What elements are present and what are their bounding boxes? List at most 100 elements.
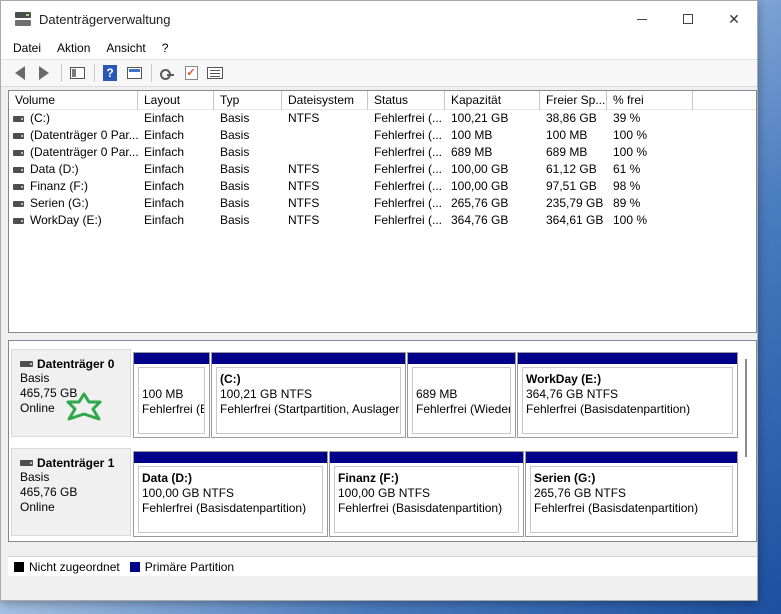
legend: Nicht zugeordnet Primäre Partition <box>8 556 757 576</box>
rescan-icon <box>160 67 174 80</box>
help-button[interactable]: ? <box>99 62 121 84</box>
partition-info: WorkDay (E:) 364,76 GB NTFS Fehlerfrei (… <box>522 367 733 434</box>
column-header-dateisystem[interactable]: Dateisystem <box>282 91 368 110</box>
disk-title: Datenträger 1 <box>20 455 130 470</box>
volume-icon <box>13 183 24 190</box>
disk-size: 465,76 GB <box>20 485 78 499</box>
title-bar[interactable]: Datenträgerverwaltung ✕ <box>1 1 757 37</box>
menu-aktion[interactable]: Aktion <box>49 37 98 59</box>
close-button[interactable]: ✕ <box>711 1 757 37</box>
volume-name: (C:) <box>30 111 50 125</box>
volume-row[interactable]: Data (D:) Einfach Basis NTFS Fehlerfrei (...… <box>9 161 756 178</box>
volume-row[interactable]: (C:) Einfach Basis NTFS Fehlerfrei (... 100,2… <box>9 110 756 127</box>
legend-primary-partition: Primäre Partition <box>144 559 235 574</box>
console-tree-button[interactable] <box>66 62 88 84</box>
volume-cell: Basis <box>220 111 250 125</box>
volume-row[interactable]: WorkDay (E:) Einfach Basis NTFS Fehlerfrei (… <box>9 212 756 229</box>
volume-cell-name: (Datenträger 0 Par... <box>9 144 138 161</box>
volume-cell: Basis <box>220 179 250 193</box>
console-tree-icon <box>69 67 85 79</box>
primary-partition-bar <box>518 353 737 364</box>
volume-cell: 364,61 GB <box>546 213 604 227</box>
column-header-prozent-frei[interactable]: % frei <box>607 91 693 110</box>
volume-cell: 100,21 GB <box>451 111 509 125</box>
volume-cell-name: (C:) <box>9 110 138 127</box>
disk-row: Datenträger 0 Basis 465,75 GB Online 100… <box>9 341 742 438</box>
volume-row[interactable]: (Datenträger 0 Par... Einfach Basis Fehlerf… <box>9 144 756 161</box>
check-button[interactable]: ✓ <box>180 62 202 84</box>
disk-view-scrollbar[interactable] <box>745 359 747 457</box>
menu-ansicht[interactable]: Ansicht <box>98 37 153 59</box>
toolbar: ? ✓ <box>1 59 757 87</box>
partition-block[interactable]: 689 MB Fehlerfrei (Wiederl <box>407 352 516 438</box>
column-header-status[interactable]: Status <box>368 91 445 110</box>
partition-block[interactable]: WorkDay (E:) 364,76 GB NTFS Fehlerfrei (… <box>517 352 738 438</box>
list-button[interactable] <box>204 62 226 84</box>
volume-cell-name: Data (D:) <box>9 161 138 178</box>
properties-icon <box>126 67 142 79</box>
volume-cell-name: WorkDay (E:) <box>9 212 138 229</box>
partition-block[interactable]: (C:) 100,21 GB NTFS Fehlerfrei (Startpar… <box>211 352 406 438</box>
volume-cell: Einfach <box>144 145 185 159</box>
volume-icon <box>13 217 24 224</box>
volume-cell: 100,00 GB <box>451 162 509 176</box>
volume-cell: 89 % <box>613 196 641 210</box>
disk-1-label[interactable]: Datenträger 1 Basis 465,76 GB Online <box>11 448 131 536</box>
partition-label: Serien (G:) <box>534 471 596 485</box>
menu-help[interactable]: ? <box>154 37 177 59</box>
partition-label: Finanz (F:) <box>338 471 399 485</box>
disk-type: Basis <box>20 371 50 385</box>
column-header-typ[interactable]: Typ <box>214 91 282 110</box>
partition-info: Finanz (F:) 100,00 GB NTFS Fehlerfrei (B… <box>334 466 519 533</box>
properties-button[interactable] <box>123 62 145 84</box>
volume-cell: 100 % <box>613 213 648 227</box>
partition-block[interactable]: Data (D:) 100,00 GB NTFS Fehlerfrei (Bas… <box>133 451 328 537</box>
maximize-icon <box>683 14 693 24</box>
legend-unallocated: Nicht zugeordnet <box>29 559 120 574</box>
volume-row[interactable]: Finanz (F:) Einfach Basis NTFS Fehlerfrei (.… <box>9 178 756 195</box>
volume-list: Volume Layout Typ Dateisystem Status Kap… <box>8 90 757 333</box>
partition-block[interactable]: Serien (G:) 265,76 GB NTFS Fehlerfrei (B… <box>525 451 738 537</box>
partition-size: 689 MB <box>416 387 458 401</box>
primary-partition-bar <box>134 452 327 463</box>
volume-name: (Datenträger 0 Par... <box>30 128 138 142</box>
disk-icon <box>20 459 33 466</box>
column-header-layout[interactable]: Layout <box>138 91 214 110</box>
volume-icon <box>13 115 24 122</box>
volume-name: (Datenträger 0 Par... <box>30 145 138 159</box>
partition-size: 100,00 GB NTFS <box>142 486 235 500</box>
volume-cell <box>282 144 368 161</box>
primary-partition-bar <box>134 353 209 364</box>
volume-cell: Einfach <box>144 179 185 193</box>
volume-cell: Einfach <box>144 111 185 125</box>
column-header-kapazitaet[interactable]: Kapazität <box>445 91 540 110</box>
maximize-button[interactable] <box>665 1 711 37</box>
partition-block[interactable]: Finanz (F:) 100,00 GB NTFS Fehlerfrei (B… <box>329 451 524 537</box>
partition-info: 100 MB Fehlerfrei (E <box>138 367 205 434</box>
forward-button[interactable] <box>33 62 55 84</box>
partition-info: Data (D:) 100,00 GB NTFS Fehlerfrei (Bas… <box>138 466 323 533</box>
partition-block[interactable]: 100 MB Fehlerfrei (E <box>133 352 210 438</box>
volume-cell: 100 MB <box>451 128 493 142</box>
star-annotation-icon <box>66 392 102 421</box>
volume-cell: NTFS <box>288 196 320 210</box>
partition-label: (C:) <box>220 372 241 386</box>
window-title: Datenträgerverwaltung <box>39 11 171 27</box>
back-button[interactable] <box>9 62 31 84</box>
column-header-volume[interactable]: Volume <box>9 91 138 110</box>
rescan-button[interactable] <box>156 62 178 84</box>
volume-row[interactable]: (Datenträger 0 Par... Einfach Basis Fehlerf… <box>9 127 756 144</box>
volume-cell: NTFS <box>288 111 320 125</box>
disk-1-partitions: Data (D:) 100,00 GB NTFS Fehlerfrei (Bas… <box>133 451 738 537</box>
column-header-freier-speicher[interactable]: Freier Sp... <box>540 91 607 110</box>
volume-cell: 689 MB <box>546 145 588 159</box>
minimize-button[interactable] <box>619 1 665 37</box>
volume-row[interactable]: Serien (G:) Einfach Basis NTFS Fehlerfrei (.… <box>9 195 756 212</box>
unallocated-swatch <box>14 561 24 572</box>
disk-management-window: Datenträgerverwaltung ✕ Datei Aktion Ans… <box>0 0 758 601</box>
toolbar-separator <box>61 64 62 82</box>
volume-cell: Basis <box>220 128 250 142</box>
menu-datei[interactable]: Datei <box>5 37 49 59</box>
primary-partition-bar <box>212 353 405 364</box>
partition-status: Fehlerfrei (Basisdatenpartition) <box>526 402 691 416</box>
